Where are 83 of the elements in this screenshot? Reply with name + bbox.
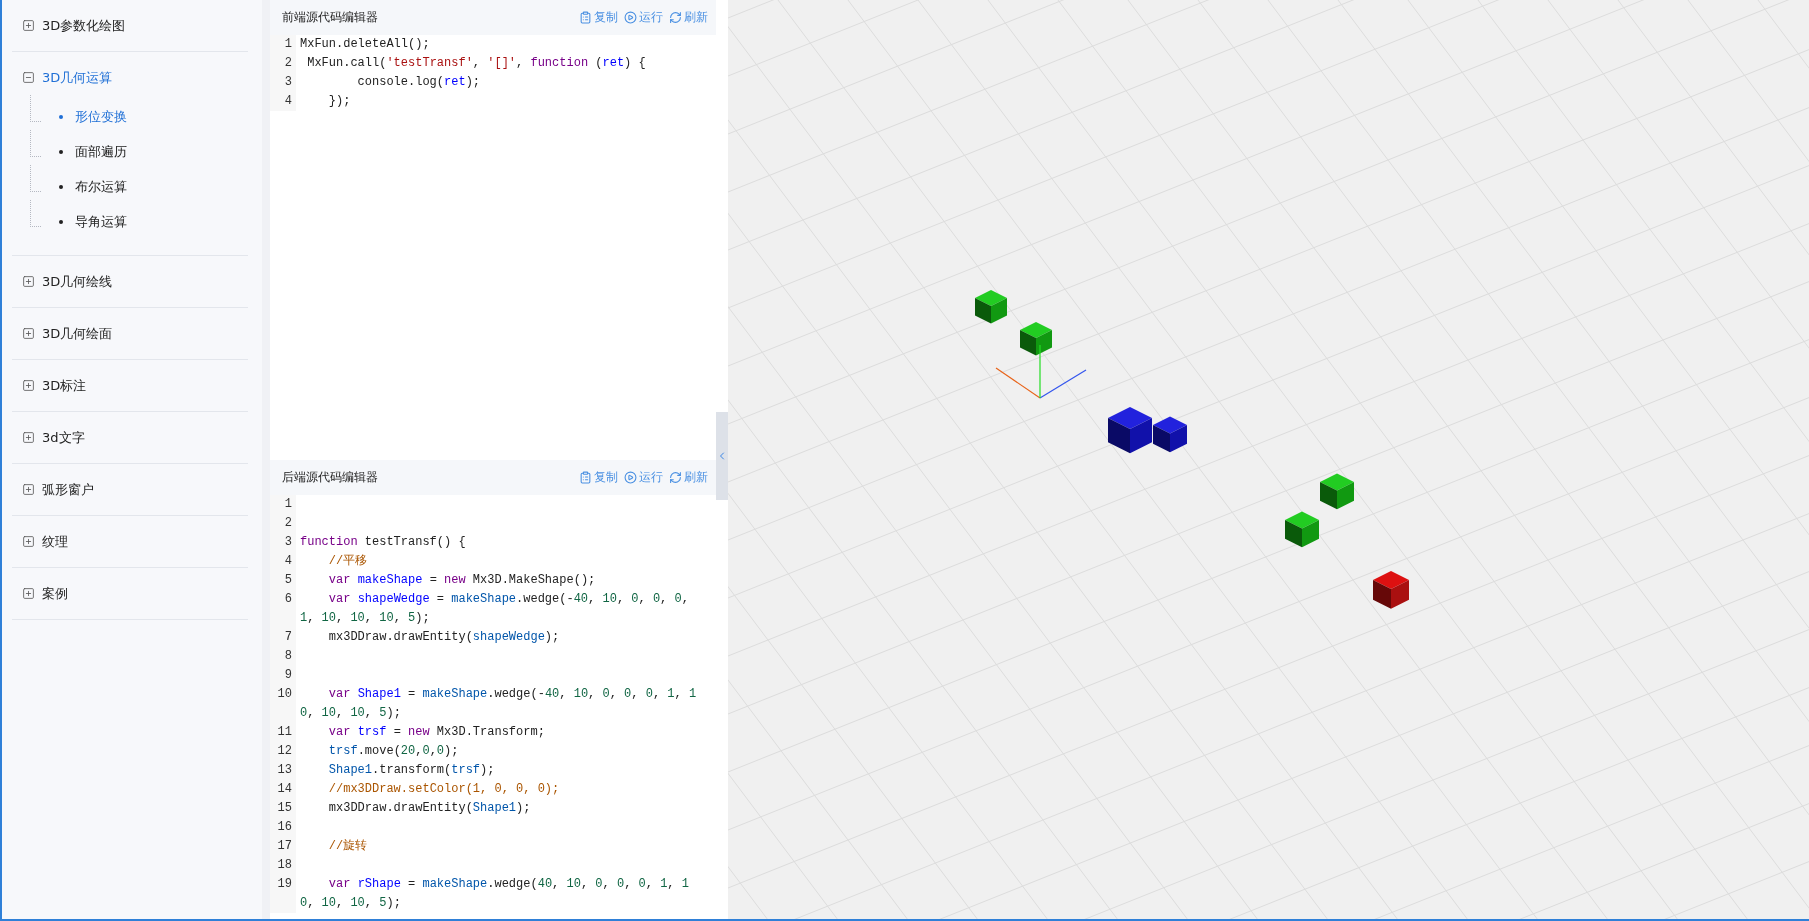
- sidebar-group[interactable]: 3d文字: [12, 416, 248, 459]
- line-number: 3: [270, 73, 296, 92]
- sidebar-item[interactable]: 导角运算: [59, 212, 127, 231]
- code-line: var shapeWedge = makeShape.wedge(-40, 10, 0, 0, 0, 1, 10, 10, 10, 5);: [299, 591, 690, 627]
- refresh-icon: [669, 11, 682, 24]
- cube-drawing: [1320, 473, 1354, 510]
- line-number: 3: [270, 533, 296, 552]
- code-line: //mx3DDraw.setColor(1, 0, 0, 0);: [327, 781, 561, 798]
- line-number: 2: [270, 54, 296, 73]
- line-number: 1: [270, 35, 296, 54]
- line-number: 14: [270, 780, 296, 799]
- code-line: MxFun.call('testTransf', '[]', function (ret) {: [306, 55, 647, 72]
- code-line: });: [327, 93, 352, 110]
- code-line: trsf.move(20,0,0);: [327, 743, 460, 760]
- code-line: mx3DDraw.drawEntity(Shape1);: [327, 800, 532, 817]
- refresh-icon: [669, 471, 682, 484]
- expand-icon: [22, 327, 35, 340]
- collapse-handle[interactable]: [716, 412, 728, 500]
- line-number: 17: [270, 837, 296, 856]
- line-number: 15: [270, 799, 296, 818]
- expand-icon: [22, 587, 35, 600]
- expand-icon: [22, 431, 35, 444]
- line-number: 9: [270, 666, 296, 685]
- 3d-viewport[interactable]: [728, 0, 1809, 919]
- line-number: 5: [270, 571, 296, 590]
- code-line: var rShape = makeShape.wedge(40, 10, 0, 0, 0, 1, 10, 10, 10, 5);: [299, 876, 690, 912]
- expand-icon: [22, 379, 35, 392]
- line-number: 18: [270, 856, 296, 875]
- sidebar-group[interactable]: 弧形窗户: [12, 468, 248, 511]
- tree-connector-line: [30, 95, 41, 122]
- code-line: MxFun.deleteAll();: [299, 36, 431, 53]
- line-number: 11: [270, 723, 296, 742]
- line-number: 19: [270, 875, 296, 913]
- line-number: 6: [270, 590, 296, 628]
- clipboard-icon: [579, 471, 592, 484]
- line-number: 13: [270, 761, 296, 780]
- code-line: //平移: [327, 553, 369, 570]
- expand-icon: [22, 483, 35, 496]
- line-number: 2: [270, 514, 296, 533]
- line-number: 4: [270, 552, 296, 571]
- line-number: 10: [270, 685, 296, 723]
- sidebar-group[interactable]: 3D几何绘面: [12, 312, 248, 355]
- cube-drawing: [1020, 322, 1052, 356]
- tree-connector-line: [30, 200, 41, 227]
- sidebar-item[interactable]: 面部遍历: [59, 142, 127, 161]
- line-number: 12: [270, 742, 296, 761]
- editor-title: 后端源代码编辑器: [282, 469, 378, 486]
- code-line: function testTransf() {: [299, 534, 467, 551]
- expand-icon: [22, 19, 35, 32]
- expand-icon: [22, 535, 35, 548]
- sidebar-group[interactable]: 3D几何绘线: [12, 260, 248, 303]
- line-number: 1: [270, 495, 296, 514]
- play-icon: [624, 471, 637, 484]
- code-line: //旋转: [327, 838, 369, 855]
- code-line: mx3DDraw.drawEntity(shapeWedge);: [327, 629, 561, 646]
- cube-drawing: [1373, 571, 1409, 609]
- tree-connector-line: [30, 165, 41, 192]
- play-icon: [624, 11, 637, 24]
- sidebar-group[interactable]: 3D几何运算: [12, 56, 248, 99]
- expand-icon: [22, 275, 35, 288]
- line-number: 16: [270, 818, 296, 837]
- editor-title: 前端源代码编辑器: [282, 9, 378, 26]
- code-line: var Shape1 = makeShape.wedge(-40, 10, 0, 0, 0, 1, 10, 10, 10, 5);: [299, 686, 698, 722]
- cube-drawing: [1285, 511, 1319, 548]
- code-line: var trsf = new Mx3D.Transform;: [327, 724, 546, 741]
- code-line: var makeShape = new Mx3D.MakeShape();: [327, 572, 597, 589]
- sidebar-group[interactable]: 案例: [12, 572, 248, 615]
- code-line: Shape1.transform(trsf);: [327, 762, 496, 779]
- tree-connector-line: [30, 130, 41, 157]
- collapse-icon: [22, 71, 35, 84]
- cube-drawing: [1108, 407, 1152, 454]
- cube-drawing: [975, 290, 1007, 324]
- sidebar-group[interactable]: 纹理: [12, 520, 248, 563]
- sidebar-group[interactable]: 3D标注: [12, 364, 248, 407]
- cube-drawing: [1153, 416, 1187, 453]
- sidebar-item[interactable]: 布尔运算: [59, 177, 127, 196]
- line-number: 7: [270, 628, 296, 647]
- sidebar-item[interactable]: 形位变换: [59, 107, 127, 126]
- line-number: 8: [270, 647, 296, 666]
- line-number: 4: [270, 92, 296, 111]
- clipboard-icon: [579, 11, 592, 24]
- sidebar-group[interactable]: 3D参数化绘图: [12, 4, 248, 47]
- code-line: console.log(ret);: [356, 74, 482, 91]
